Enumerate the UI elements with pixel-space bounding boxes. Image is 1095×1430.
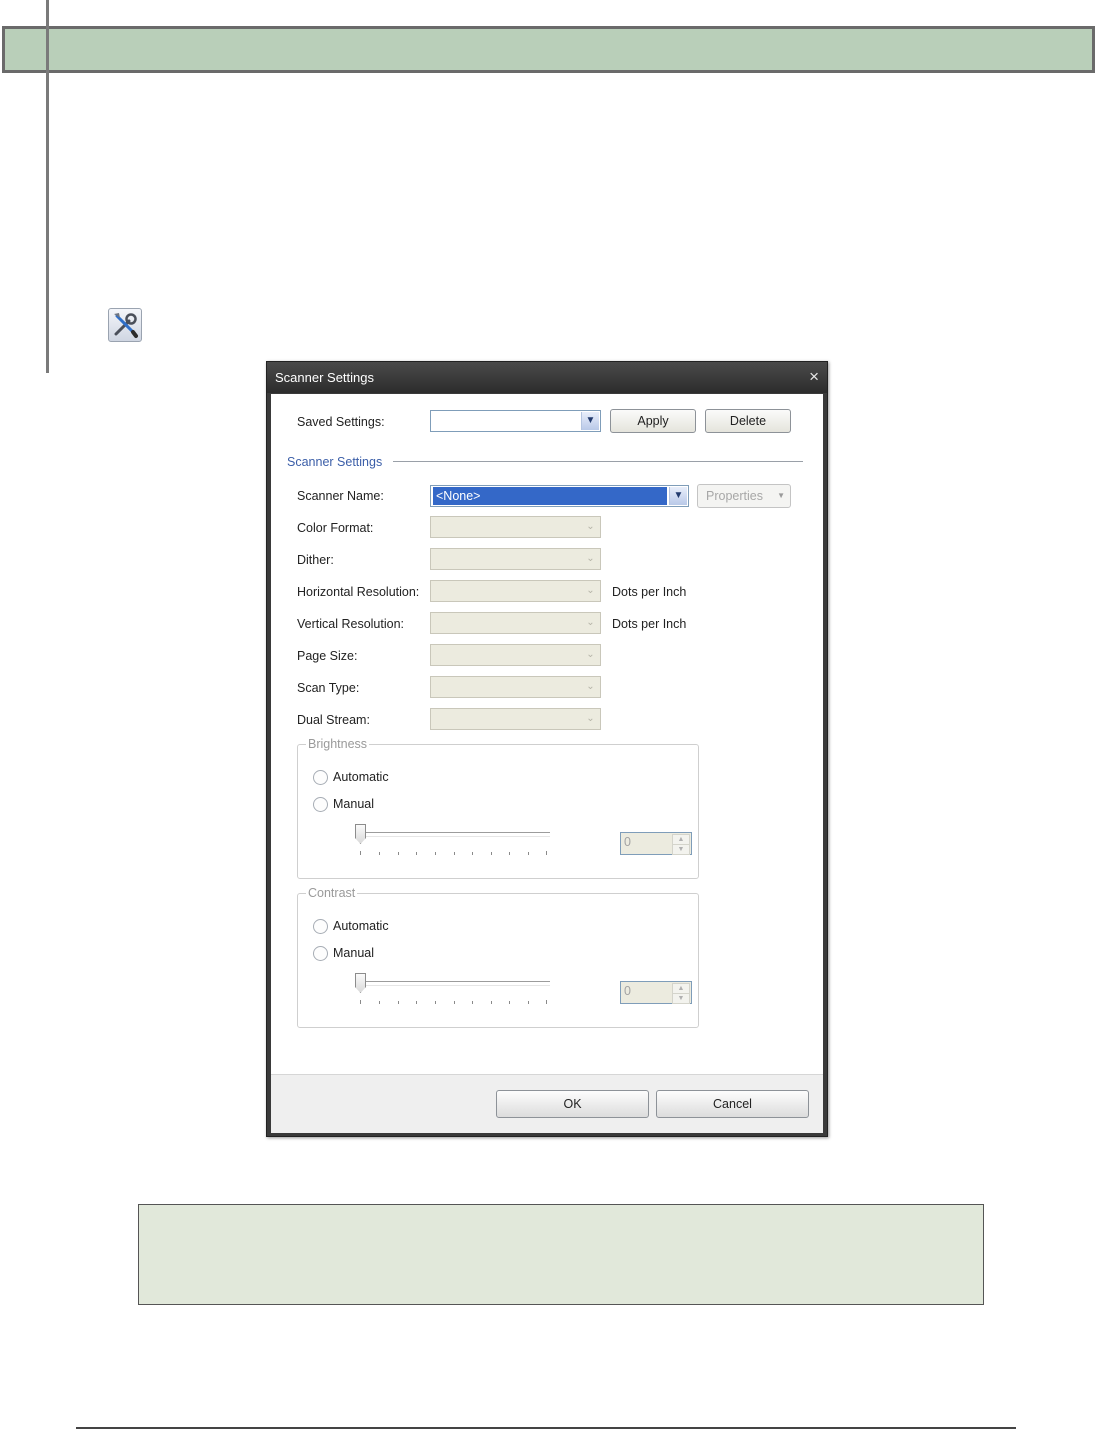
color-format-dropdown[interactable]: ⌄ bbox=[430, 516, 601, 538]
note-box bbox=[138, 1204, 984, 1305]
chevron-down-icon[interactable]: ⌄ bbox=[582, 582, 599, 600]
properties-label: Properties bbox=[706, 489, 763, 503]
vertical-resolution-label: Vertical Resolution: bbox=[297, 617, 405, 631]
chevron-down-icon[interactable]: ⌄ bbox=[582, 550, 599, 568]
contrast-manual-radio[interactable] bbox=[313, 946, 328, 961]
left-margin-rule bbox=[46, 0, 49, 373]
contrast-value: 0 bbox=[624, 984, 631, 998]
chevron-down-icon[interactable]: ⌄ bbox=[582, 518, 599, 536]
apply-button[interactable]: Apply bbox=[610, 409, 696, 433]
contrast-automatic-radio[interactable] bbox=[313, 919, 328, 934]
delete-button[interactable]: Delete bbox=[705, 409, 791, 433]
vertical-resolution-dropdown[interactable]: ⌄ bbox=[430, 612, 601, 634]
page-size-dropdown[interactable]: ⌄ bbox=[430, 644, 601, 666]
footer-rule bbox=[76, 1427, 1016, 1429]
header-band bbox=[2, 26, 1095, 73]
dual-stream-dropdown[interactable]: ⌄ bbox=[430, 708, 601, 730]
properties-button[interactable]: Properties ▼ bbox=[697, 484, 791, 508]
brightness-slider-thumb[interactable] bbox=[355, 824, 366, 844]
ok-button[interactable]: OK bbox=[496, 1090, 649, 1118]
saved-settings-label: Saved Settings: bbox=[297, 415, 385, 429]
dither-dropdown[interactable]: ⌄ bbox=[430, 548, 601, 570]
spin-down-icon[interactable]: ▼ bbox=[672, 993, 690, 1004]
dialog-title: Scanner Settings bbox=[275, 370, 375, 385]
horizontal-resolution-value bbox=[433, 582, 579, 600]
page-size-value bbox=[433, 646, 579, 664]
contrast-manual-label: Manual bbox=[333, 946, 374, 960]
brightness-value-spinner[interactable]: 0 ▲ ▼ bbox=[620, 832, 692, 855]
scan-type-label: Scan Type: bbox=[297, 681, 360, 695]
vertical-resolution-unit: Dots per Inch bbox=[612, 617, 687, 631]
group-separator bbox=[393, 461, 803, 462]
contrast-group-title: Contrast bbox=[306, 886, 358, 900]
close-icon[interactable]: × bbox=[809, 367, 819, 387]
tools-icon-graphic bbox=[114, 313, 138, 338]
contrast-value-spinner[interactable]: 0 ▲ ▼ bbox=[620, 981, 692, 1004]
dialog-titlebar[interactable]: Scanner Settings × bbox=[267, 362, 827, 393]
chevron-down-icon[interactable]: ⌄ bbox=[582, 614, 599, 632]
dither-label: Dither: bbox=[297, 553, 334, 567]
scanner-name-label: Scanner Name: bbox=[297, 489, 384, 503]
dual-stream-value bbox=[433, 710, 579, 728]
scan-type-value bbox=[433, 678, 579, 696]
spin-down-icon[interactable]: ▼ bbox=[672, 844, 690, 855]
color-format-value bbox=[433, 518, 579, 536]
dual-stream-label: Dual Stream: bbox=[297, 713, 370, 727]
cancel-button[interactable]: Cancel bbox=[656, 1090, 809, 1118]
dropdown-arrow-icon: ▼ bbox=[777, 491, 785, 500]
chevron-down-icon[interactable]: ⌄ bbox=[582, 678, 599, 696]
brightness-manual-radio[interactable] bbox=[313, 797, 328, 812]
scan-type-dropdown[interactable]: ⌄ bbox=[430, 676, 601, 698]
dialog-client-area: Saved Settings: ▼ Apply Delete Scanner S… bbox=[271, 394, 823, 1133]
saved-settings-dropdown[interactable]: ▼ bbox=[430, 410, 601, 432]
brightness-automatic-label: Automatic bbox=[333, 770, 389, 784]
page-size-label: Page Size: bbox=[297, 649, 358, 663]
horizontal-resolution-label: Horizontal Resolution: bbox=[297, 585, 420, 599]
chevron-down-icon[interactable]: ⌄ bbox=[582, 646, 599, 664]
brightness-automatic-radio[interactable] bbox=[313, 770, 328, 785]
chevron-down-icon[interactable]: ⌄ bbox=[582, 710, 599, 728]
brightness-value: 0 bbox=[624, 835, 631, 849]
contrast-slider-track[interactable] bbox=[355, 981, 550, 986]
color-format-label: Color Format: bbox=[297, 521, 374, 535]
brightness-group-title: Brightness bbox=[306, 737, 370, 751]
brightness-slider-track[interactable] bbox=[355, 832, 550, 837]
horizontal-resolution-unit: Dots per Inch bbox=[612, 585, 687, 599]
brightness-manual-label: Manual bbox=[333, 797, 374, 811]
horizontal-resolution-dropdown[interactable]: ⌄ bbox=[430, 580, 601, 602]
contrast-group: Contrast Automatic Manual 0 ▲ ▼ bbox=[297, 886, 699, 1028]
dither-value bbox=[433, 550, 579, 568]
scanner-name-value: <None> bbox=[433, 487, 667, 505]
chevron-down-icon[interactable]: ▼ bbox=[581, 412, 599, 430]
tools-icon[interactable] bbox=[108, 308, 142, 342]
chevron-down-icon[interactable]: ▼ bbox=[669, 487, 687, 505]
dialog-footer: OK Cancel bbox=[271, 1074, 823, 1133]
scanner-name-dropdown[interactable]: <None> ▼ bbox=[430, 485, 689, 507]
brightness-group: Brightness Automatic Manual 0 ▲ ▼ bbox=[297, 737, 699, 879]
saved-settings-value bbox=[433, 412, 579, 430]
scanner-settings-dialog: Scanner Settings × Saved Settings: ▼ App… bbox=[266, 361, 828, 1137]
scanner-settings-group-label: Scanner Settings bbox=[287, 455, 383, 469]
vertical-resolution-value bbox=[433, 614, 579, 632]
contrast-slider-thumb[interactable] bbox=[355, 973, 366, 993]
contrast-automatic-label: Automatic bbox=[333, 919, 389, 933]
